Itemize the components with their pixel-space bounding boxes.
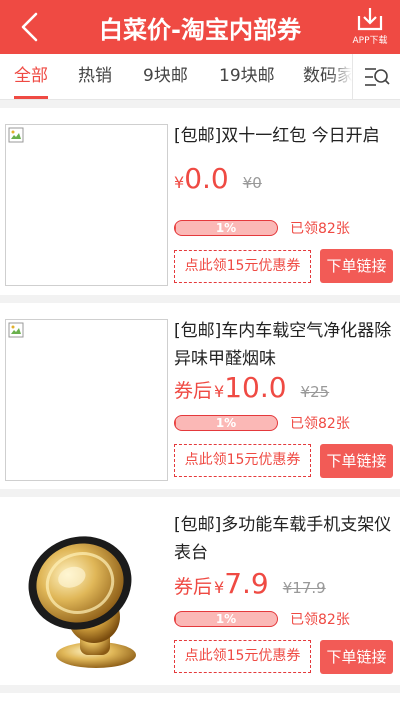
order-link-button[interactable]: 下单链接	[320, 249, 393, 283]
list-search-icon	[364, 67, 390, 86]
product-title[interactable]: [包邮]多功能车载手机支架仪表台	[174, 511, 392, 567]
after-coupon-label: 券后	[174, 576, 213, 598]
price-row: 券后 ¥ 10.0 ¥25	[174, 371, 329, 404]
claimed-count: 已领82张	[290, 221, 350, 237]
currency-symbol: ¥	[214, 382, 225, 401]
product-title[interactable]: [包邮]双十一红包 今日开启	[174, 122, 392, 150]
product-card[interactable]: [包邮]多功能车载手机支架仪表台 券后 ¥ 7.9 ¥17.9 1% 已领82张…	[0, 497, 400, 685]
order-link-button[interactable]: 下单链接	[320, 444, 393, 478]
chevron-left-icon	[21, 12, 38, 42]
category-tabs: 全部 热销 9块邮 19块邮 数码家	[0, 54, 400, 100]
coupon-price: 7.9	[224, 567, 269, 600]
category-menu-button[interactable]	[352, 54, 400, 99]
coupon-price: 10.0	[224, 371, 287, 404]
broken-image-icon	[8, 127, 24, 143]
product-image[interactable]	[5, 124, 168, 286]
tab-hot[interactable]: 热销	[78, 54, 112, 99]
currency-symbol: ¥	[174, 173, 185, 192]
get-coupon-button[interactable]: 点此领15元优惠券	[174, 444, 311, 477]
get-coupon-button[interactable]: 点此领15元优惠券	[174, 250, 311, 283]
product-image[interactable]	[8, 513, 168, 675]
product-title[interactable]: [包邮]车内车载空气净化器除异味甲醛烟味	[174, 317, 392, 373]
tab-9-free-shipping[interactable]: 9块邮	[143, 54, 188, 99]
claim-progress-bar: 1%	[174, 220, 278, 236]
original-price: ¥17.9	[282, 579, 326, 597]
get-coupon-button[interactable]: 点此领15元优惠券	[174, 640, 311, 673]
download-icon	[357, 8, 383, 31]
product-card-partial	[0, 693, 400, 710]
app-download-button[interactable]: APP下载	[348, 6, 392, 50]
price-row: 券后 ¥ 7.9 ¥17.9	[174, 567, 326, 600]
broken-image-icon	[8, 322, 24, 338]
phone-holder-photo	[28, 536, 136, 668]
progress-text: 1%	[215, 612, 237, 626]
app-header: 白菜价-淘宝内部券 APP下载	[0, 0, 400, 54]
claimed-count: 已领82张	[290, 612, 350, 628]
app-download-label: APP下载	[352, 36, 388, 46]
claim-progress-bar: 1%	[174, 611, 278, 627]
tabs-fade	[330, 54, 352, 99]
currency-symbol: ¥	[214, 578, 225, 597]
product-card[interactable]: [包邮]双十一红包 今日开启 ¥ 0.0 ¥0 1% 已领82张 点此领15元优…	[0, 108, 400, 295]
claim-progress-bar: 1%	[174, 415, 278, 431]
order-link-button[interactable]: 下单链接	[320, 640, 393, 674]
original-price: ¥25	[300, 383, 330, 401]
coupon-price: 0.0	[184, 162, 229, 195]
progress-text: 1%	[215, 221, 237, 235]
back-button[interactable]	[8, 7, 52, 47]
product-image[interactable]	[5, 319, 168, 481]
price-row: ¥ 0.0 ¥0	[174, 162, 262, 195]
product-card[interactable]: [包邮]车内车载空气净化器除异味甲醛烟味 券后 ¥ 10.0 ¥25 1% 已领…	[0, 303, 400, 489]
tab-all[interactable]: 全部	[14, 54, 48, 99]
progress-text: 1%	[215, 416, 237, 430]
tab-19-free-shipping[interactable]: 19块邮	[219, 54, 275, 99]
original-price: ¥0	[242, 174, 262, 192]
after-coupon-label: 券后	[174, 380, 213, 402]
claimed-count: 已领82张	[290, 416, 350, 432]
page-title: 白菜价-淘宝内部券	[99, 15, 301, 44]
